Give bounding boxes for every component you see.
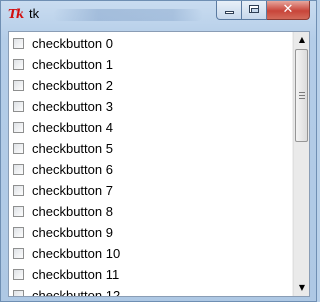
checkbox[interactable]	[13, 164, 24, 175]
checkbutton-row[interactable]: checkbutton 10	[13, 243, 120, 264]
checkbutton-label: checkbutton 7	[32, 183, 113, 198]
checkbox[interactable]	[13, 59, 24, 70]
checkbutton-label: checkbutton 2	[32, 78, 113, 93]
checkbutton-list: checkbutton 0 checkbutton 1 checkbutton 2 c…	[9, 32, 292, 296]
scrollbar-grip-icon	[299, 92, 305, 100]
checkbox[interactable]	[13, 143, 24, 154]
tk-window: Tk tk ✕ checkbutton 0 checkbutton 1 checkb…	[0, 0, 317, 302]
checkbutton-label: checkbutton 6	[32, 162, 113, 177]
caption-buttons: ✕	[216, 1, 310, 20]
checkbutton-row[interactable]: checkbutton 1	[13, 54, 113, 75]
checkbox[interactable]	[13, 248, 24, 259]
checkbox[interactable]	[13, 227, 24, 238]
checkbutton-label: checkbutton 1	[32, 57, 113, 72]
checkbutton-row[interactable]: checkbutton 11	[13, 264, 119, 285]
minimize-button[interactable]	[216, 1, 242, 20]
close-button[interactable]: ✕	[267, 1, 310, 20]
checkbutton-row[interactable]: checkbutton 8	[13, 201, 113, 222]
checkbutton-label: checkbutton 11	[32, 267, 120, 282]
checkbutton-row[interactable]: checkbutton 9	[13, 222, 113, 243]
checkbox[interactable]	[13, 80, 24, 91]
checkbutton-row[interactable]: checkbutton 7	[13, 180, 113, 201]
checkbutton-label: checkbutton 12	[32, 288, 121, 296]
checkbutton-row[interactable]: checkbutton 2	[13, 75, 113, 96]
checkbox[interactable]	[13, 101, 24, 112]
close-icon: ✕	[282, 2, 294, 17]
checkbox[interactable]	[13, 38, 24, 49]
blurred-title-area	[53, 9, 203, 21]
checkbutton-label: checkbutton 3	[32, 99, 113, 114]
scrollbar-thumb[interactable]	[295, 49, 308, 142]
title-bar[interactable]: Tk tk ✕	[1, 1, 316, 28]
checkbutton-row[interactable]: checkbutton 6	[13, 159, 113, 180]
checkbutton-label: checkbutton 8	[32, 204, 113, 219]
maximize-button[interactable]	[242, 1, 267, 20]
window-title: tk	[29, 6, 40, 21]
client-area: checkbutton 0 checkbutton 1 checkbutton 2 c…	[8, 31, 310, 297]
vertical-scrollbar[interactable]: ▲ ▼	[293, 32, 309, 296]
checkbox[interactable]	[13, 269, 24, 280]
checkbutton-row[interactable]: checkbutton 0	[13, 33, 113, 54]
checkbox[interactable]	[13, 290, 24, 296]
checkbutton-label: checkbutton 5	[32, 141, 113, 156]
checkbutton-row[interactable]: checkbutton 12	[13, 285, 120, 296]
scroll-up-arrow-icon[interactable]: ▲	[294, 32, 309, 48]
minimize-icon	[225, 11, 234, 14]
checkbutton-row[interactable]: checkbutton 5	[13, 138, 113, 159]
checkbutton-row[interactable]: checkbutton 3	[13, 96, 113, 117]
checkbutton-label: checkbutton 4	[32, 120, 113, 135]
checkbox[interactable]	[13, 185, 24, 196]
checkbox[interactable]	[13, 206, 24, 217]
scroll-down-arrow-icon[interactable]: ▼	[294, 280, 309, 296]
checkbutton-label: checkbutton 10	[32, 246, 121, 261]
maximize-icon	[249, 5, 259, 13]
checkbutton-label: checkbutton 0	[32, 36, 113, 51]
checkbutton-row[interactable]: checkbutton 4	[13, 117, 113, 138]
tk-feather-icon[interactable]: Tk	[8, 6, 26, 22]
checkbox[interactable]	[13, 122, 24, 133]
checkbutton-label: checkbutton 9	[32, 225, 113, 240]
